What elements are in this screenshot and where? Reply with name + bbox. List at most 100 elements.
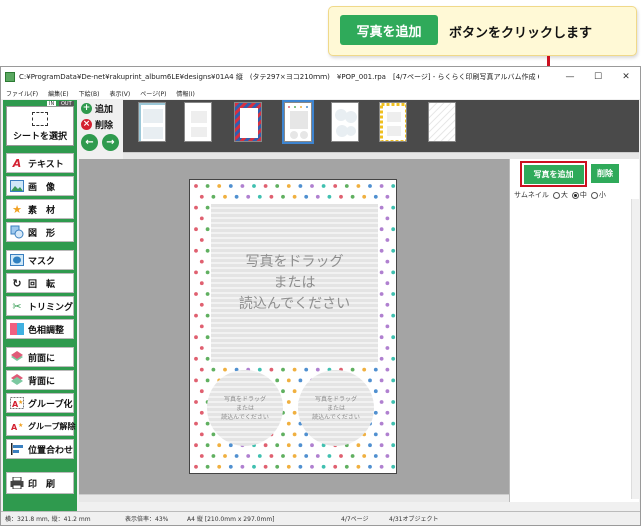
- add-page-label: 追加: [95, 104, 114, 115]
- trimming-tool-button[interactable]: ✂ トリミング: [6, 296, 74, 316]
- page-thumbnail-selected[interactable]: [282, 100, 314, 144]
- circle-photo-hint-line3: 読込んでください: [221, 413, 269, 421]
- ungroup-button[interactable]: A ★ グループ解除: [6, 416, 76, 436]
- page-thumbnail[interactable]: [379, 102, 407, 142]
- add-photo-button-highlight: 写真を追加: [520, 161, 587, 187]
- menu-edit[interactable]: 編集(E): [48, 89, 68, 98]
- page-thumbnail-strip: [123, 100, 639, 152]
- mask-icon: [10, 253, 24, 267]
- size-large-radio[interactable]: [552, 191, 560, 199]
- menu-page[interactable]: ページ(P): [140, 89, 166, 98]
- image-tool-button[interactable]: 画 像: [6, 176, 74, 196]
- circle-photo-frame-left[interactable]: 写真をドラッグ または 読込んでください: [207, 370, 283, 446]
- page-thumbnail[interactable]: [331, 102, 359, 142]
- maximize-button[interactable]: ☐: [584, 67, 612, 87]
- edit-canvas[interactable]: 写真をドラッグ または 読込んでください 写真をドラッグ または 読込んでくださ…: [79, 159, 509, 494]
- ungroup-icon: A ★: [10, 419, 24, 433]
- thumbnail-scrollbar[interactable]: [123, 152, 639, 159]
- hue-icon: [10, 322, 24, 336]
- photo-panel: 写真を追加 削除 サムネイル 大 中 小: [509, 159, 639, 502]
- bring-front-label: 前面に: [28, 353, 56, 364]
- app-window: C:¥ProgramData¥De-net¥rakuprint_album6LE…: [0, 66, 641, 526]
- send-back-label: 背面に: [28, 376, 56, 387]
- circle-photo-hint-line2: または: [326, 404, 345, 412]
- material-tool-label: 素 材: [28, 205, 56, 216]
- scissors-icon: ✂: [12, 299, 22, 313]
- print-button[interactable]: 印 刷: [6, 472, 74, 494]
- hue-tool-button[interactable]: 色相調整: [6, 319, 74, 339]
- album-page[interactable]: 写真をドラッグ または 読込んでください 写真をドラッグ または 読込んでくださ…: [189, 179, 397, 474]
- menu-info[interactable]: 情報(I): [176, 89, 194, 98]
- svg-text:★: ★: [18, 422, 23, 429]
- photo-panel-scrollbar[interactable]: [631, 199, 639, 499]
- menu-bar: ファイル(F) 編集(E) 下絵(B) 表示(V) ページ(P) 情報(I): [1, 87, 640, 99]
- screenshot-root: 写真を追加 ボタンをクリックします C:¥ProgramData¥De-net¥…: [0, 0, 641, 526]
- align-icon: [10, 442, 24, 456]
- bring-front-icon: [10, 350, 24, 364]
- menu-background[interactable]: 下絵(B): [79, 89, 100, 98]
- page-thumbnail[interactable]: [184, 102, 212, 142]
- add-photo-button[interactable]: 写真を追加: [523, 164, 584, 184]
- svg-text:A: A: [11, 423, 18, 432]
- circle-photo-frame-right[interactable]: 写真をドラッグ または 読込んでください: [298, 370, 374, 446]
- svg-text:★: ★: [18, 399, 23, 406]
- align-button[interactable]: 位置合わせ: [6, 439, 74, 459]
- shape-tool-button[interactable]: 図 形: [6, 222, 74, 242]
- window-controls: — ☐ ✕: [556, 67, 640, 87]
- canvas-horizontal-scrollbar[interactable]: [79, 494, 509, 502]
- group-label: グループ化: [28, 399, 73, 410]
- main-photo-hint-line2: または: [273, 274, 316, 291]
- image-icon: [10, 179, 24, 193]
- star-icon: ★: [12, 202, 22, 216]
- delete-page-button[interactable]: × 削除: [81, 117, 113, 131]
- prev-page-arrow-icon[interactable]: ←: [81, 134, 98, 151]
- select-sheet-button[interactable]: シートを選択: [6, 106, 74, 146]
- size-small-radio[interactable]: [590, 191, 598, 199]
- close-button[interactable]: ✕: [612, 67, 640, 87]
- tool-panel: IN OUT シートを選択 A テキスト 画 像 ★ 素 材 図 形 マスク ↻…: [3, 100, 77, 511]
- app-icon: [5, 72, 15, 82]
- status-objects: 4/31オブジェクト: [389, 516, 439, 523]
- next-page-arrow-icon[interactable]: →: [102, 134, 119, 151]
- delete-photo-button[interactable]: 削除: [591, 164, 619, 183]
- page-thumbnail[interactable]: [428, 102, 456, 142]
- text-tool-label: テキスト: [28, 159, 64, 170]
- shape-tool-label: 図 形: [28, 228, 56, 239]
- add-page-button[interactable]: + 追加: [81, 101, 113, 115]
- callout-add-photo-button: 写真を追加: [340, 15, 438, 45]
- print-label: 印 刷: [28, 479, 56, 490]
- size-medium-radio[interactable]: [571, 191, 579, 199]
- mask-tool-label: マスク: [28, 256, 56, 267]
- group-button[interactable]: A ★ グループ化: [6, 393, 74, 413]
- size-small-label: 小: [598, 191, 606, 199]
- size-medium-label: 中: [579, 191, 587, 199]
- size-large-label: 大: [560, 191, 568, 199]
- ungroup-label: グループ解除: [28, 421, 76, 431]
- status-bar: 横：321.8 mm, 縦：41.2 mm 表示倍率：43% A4 縦 [210…: [1, 511, 640, 525]
- shapes-icon: [10, 225, 24, 239]
- image-tool-label: 画 像: [28, 182, 56, 193]
- text-tool-button[interactable]: A テキスト: [6, 153, 74, 173]
- circle-photo-hint-line1: 写真をドラッグ: [223, 395, 266, 403]
- page-controls: + 追加 × 削除 ← →: [79, 100, 123, 155]
- send-back-button[interactable]: 背面に: [6, 370, 74, 390]
- minimize-button[interactable]: —: [556, 67, 584, 87]
- material-tool-button[interactable]: ★ 素 材: [6, 199, 74, 219]
- main-photo-frame[interactable]: 写真をドラッグ または 読込んでください: [211, 204, 378, 362]
- rotate-tool-button[interactable]: ↻ 回 転: [6, 273, 74, 293]
- menu-file[interactable]: ファイル(F): [6, 89, 38, 98]
- text-a-icon: A: [12, 156, 22, 170]
- title-bar: C:¥ProgramData¥De-net¥rakuprint_album6LE…: [1, 67, 640, 87]
- status-paper: A4 縦 [210.0mm x 297.0mm]: [187, 516, 275, 523]
- circle-photo-hint-line1: 写真をドラッグ: [314, 395, 357, 403]
- page-thumbnail[interactable]: [138, 102, 166, 142]
- printer-icon: [10, 476, 24, 490]
- delete-page-label: 削除: [95, 120, 114, 131]
- menu-view[interactable]: 表示(V): [109, 89, 130, 98]
- mask-tool-button[interactable]: マスク: [6, 250, 74, 270]
- align-label: 位置合わせ: [28, 445, 74, 456]
- bring-front-button[interactable]: 前面に: [6, 347, 74, 367]
- selection-icon: [32, 112, 48, 126]
- page-thumbnail[interactable]: [234, 102, 262, 142]
- rotate-tool-label: 回 転: [28, 279, 56, 290]
